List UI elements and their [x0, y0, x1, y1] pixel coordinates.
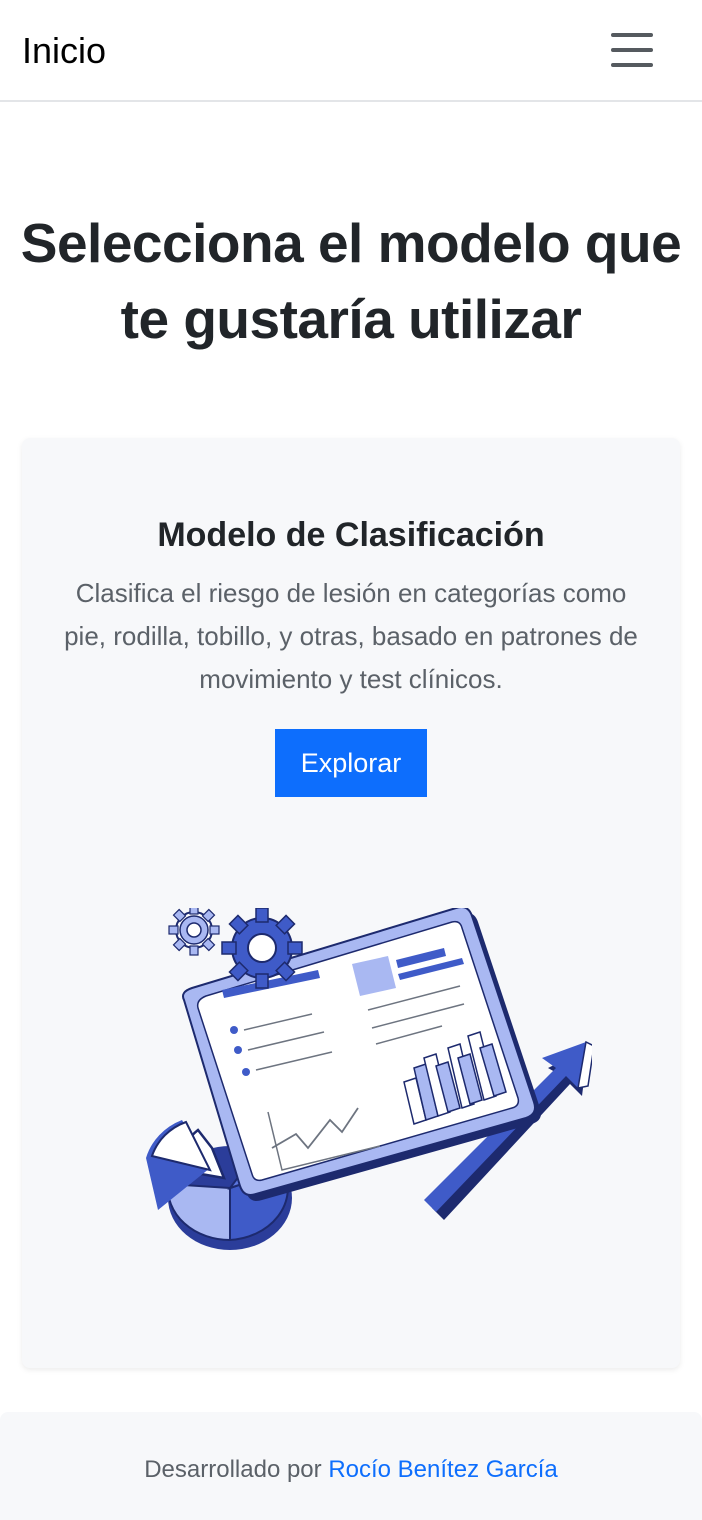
author-link[interactable]: Rocío Benítez García — [328, 1456, 557, 1483]
navbar: Inicio — [0, 0, 702, 102]
gear-icon — [221, 908, 303, 989]
page-title: Selecciona el modelo que te gustaría uti… — [20, 212, 682, 350]
data-analytics-illustration — [146, 908, 592, 1250]
footer-credits: Desarrollado por Rocío Benítez García — [0, 1456, 702, 1484]
gear-icon — [168, 908, 220, 956]
model-card: Modelo de Clasificación Clasifica el rie… — [22, 438, 680, 1368]
hamburger-menu-icon — [611, 33, 653, 37]
footer: Desarrollado por Rocío Benítez García — [0, 1412, 702, 1520]
brand-link[interactable]: Inicio — [22, 30, 106, 72]
explore-button[interactable]: Explorar — [275, 729, 427, 797]
menu-toggle-button[interactable] — [600, 20, 664, 80]
card-description: Clasifica el riesgo de lesión en categor… — [64, 578, 638, 694]
hamburger-menu-icon — [611, 63, 653, 67]
hamburger-menu-icon — [611, 48, 653, 52]
card-title: Modelo de Clasificación — [157, 516, 545, 554]
footer-prefix: Desarrollado por — [144, 1456, 322, 1483]
